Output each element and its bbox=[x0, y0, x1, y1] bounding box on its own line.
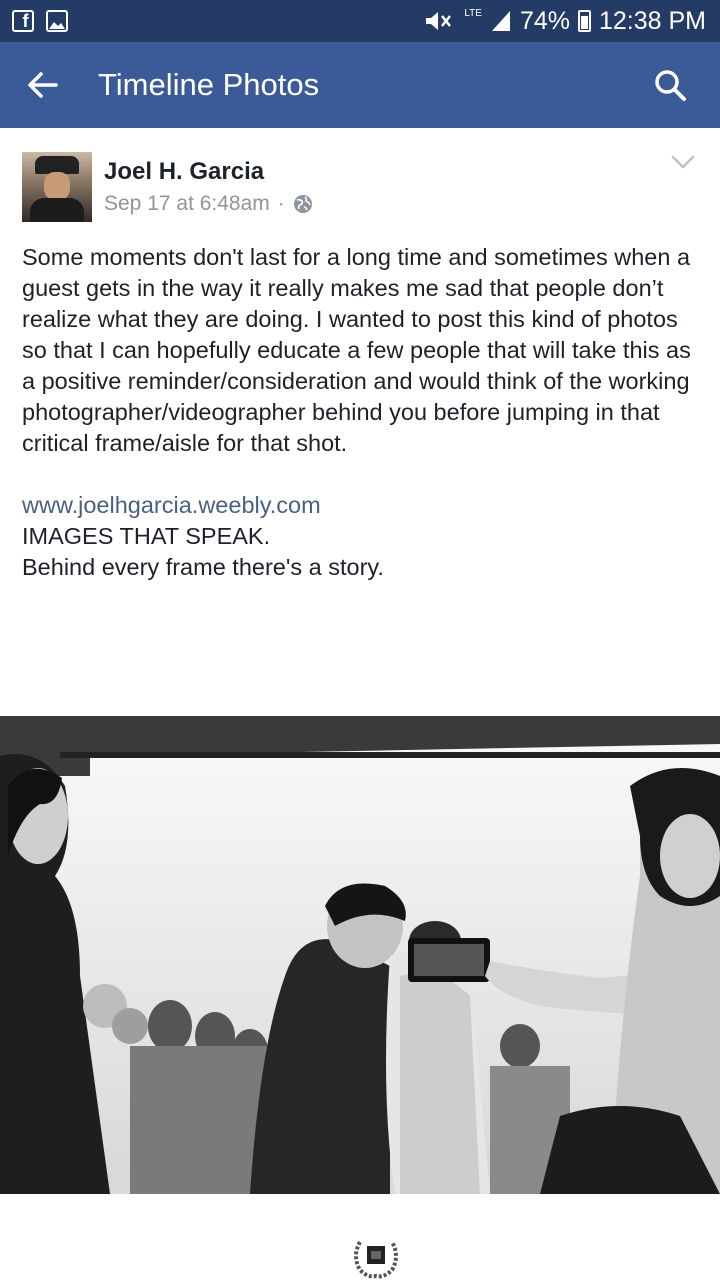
post-tagline-2: Behind every frame there's a story. bbox=[22, 554, 384, 580]
post-link[interactable]: www.joelhgarcia.weebly.com bbox=[22, 490, 698, 521]
page-title: Timeline Photos bbox=[98, 67, 320, 102]
status-right-icons: LTE 74% 12:38 PM bbox=[422, 7, 706, 36]
post-tagline-1: IMAGES THAT SPEAK. bbox=[22, 523, 271, 549]
battery-percent: 74% bbox=[519, 6, 570, 35]
facebook-icon: f bbox=[12, 10, 34, 32]
author-name[interactable]: Joel H. Garcia bbox=[104, 158, 264, 186]
battery-charging-icon bbox=[577, 10, 591, 32]
app-bar: Timeline Photos bbox=[0, 42, 720, 128]
avatar[interactable] bbox=[22, 152, 92, 222]
post-header: Joel H. Garcia Sep 17 at 6:48am · bbox=[0, 128, 720, 228]
status-time: 12:38 PM bbox=[598, 6, 706, 35]
chevron-down-icon[interactable] bbox=[670, 152, 696, 172]
gallery-icon bbox=[46, 10, 68, 32]
status-bar: f LTE 74% 12:38 PM bbox=[0, 0, 720, 42]
arrow-left-icon bbox=[28, 72, 58, 98]
post-meta: Sep 17 at 6:48am · bbox=[104, 192, 313, 216]
search-icon bbox=[655, 70, 686, 101]
post: Joel H. Garcia Sep 17 at 6:48am · Some m… bbox=[0, 128, 720, 583]
wedding-photo bbox=[0, 716, 720, 1194]
signal-icon bbox=[491, 11, 510, 31]
post-body: Some moments don't last for a long time … bbox=[0, 228, 720, 583]
meta-separator: · bbox=[277, 192, 285, 215]
globe-icon bbox=[293, 195, 312, 213]
post-text: Some moments don't last for a long time … bbox=[22, 244, 691, 456]
status-left-icons: f bbox=[12, 10, 68, 32]
search-button[interactable] bbox=[620, 42, 720, 128]
post-photo[interactable] bbox=[0, 716, 720, 1194]
back-button[interactable] bbox=[0, 42, 84, 128]
laurel-logo-icon bbox=[354, 1241, 398, 1279]
mute-icon bbox=[426, 12, 452, 30]
network-type: LTE bbox=[464, 7, 482, 19]
post-date[interactable]: Sep 17 at 6:48am bbox=[104, 192, 270, 216]
